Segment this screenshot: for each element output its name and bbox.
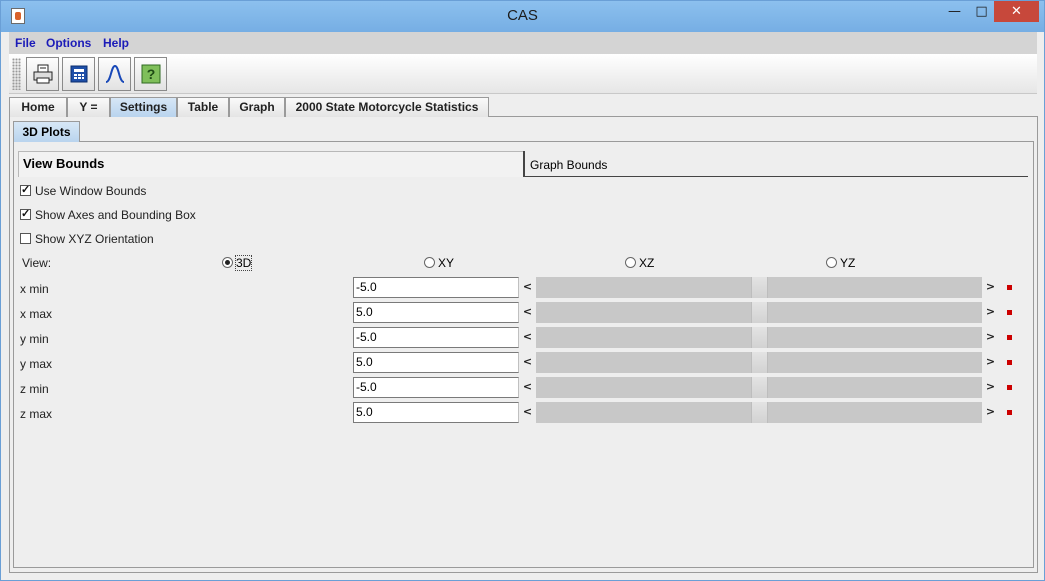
radio-indicator[interactable] — [625, 257, 636, 268]
indicator-dot — [1007, 310, 1012, 315]
menu-help[interactable]: Help — [103, 36, 129, 50]
tab-settings[interactable]: Settings — [110, 97, 177, 117]
close-button[interactable]: ✕ — [994, 1, 1039, 22]
scroll-left-button[interactable]: < — [519, 302, 536, 323]
print-icon — [33, 64, 53, 84]
minimize-button[interactable]: — — [941, 1, 968, 22]
tab-3d-plots[interactable]: 3D Plots — [13, 121, 80, 142]
radio-label: XY — [438, 256, 455, 270]
bound-label: x max — [20, 307, 53, 321]
z-max-slider-thumb[interactable] — [751, 402, 768, 423]
tab-motorcycle-statistics[interactable]: 2000 State Motorcycle Statistics — [285, 97, 489, 117]
z-min-slider-thumb[interactable] — [751, 377, 768, 398]
indicator-dot — [1007, 360, 1012, 365]
y-max-field[interactable]: 5.0 — [353, 352, 519, 373]
scroll-right-button[interactable]: > — [982, 277, 999, 298]
view-label: View: — [22, 256, 52, 270]
indicator-dot — [1007, 385, 1012, 390]
z-min-field[interactable]: -5.0 — [353, 377, 519, 398]
scroll-right-button[interactable]: > — [982, 402, 999, 423]
toolbar-grip[interactable] — [12, 58, 21, 90]
graph-curve-icon — [105, 64, 125, 83]
title-bar[interactable]: CAS — □ ✕ — [1, 1, 1044, 32]
menu-bar: File Options Help — [9, 32, 1037, 54]
radio-label: YZ — [840, 256, 856, 270]
scroll-right-button[interactable]: > — [982, 302, 999, 323]
tab-graph[interactable]: Graph — [229, 97, 285, 117]
scroll-right-button[interactable]: > — [982, 327, 999, 348]
print-button[interactable] — [26, 57, 59, 91]
calculator-icon — [70, 65, 88, 83]
window-title: CAS — [507, 7, 538, 24]
radio-label: 3D — [234, 255, 253, 271]
radio-indicator[interactable] — [826, 257, 837, 268]
scroll-left-button[interactable]: < — [519, 327, 536, 348]
scroll-left-button[interactable]: < — [519, 352, 536, 373]
checkbox-label: Show XYZ Orientation — [35, 232, 154, 246]
maximize-button[interactable]: □ — [968, 1, 995, 22]
checkbox-label: Use Window Bounds — [35, 184, 147, 198]
checkbox-box[interactable] — [20, 233, 31, 244]
menu-options[interactable]: Options — [46, 36, 91, 50]
y-min-field[interactable]: -5.0 — [353, 327, 519, 348]
x-min-slider-thumb[interactable] — [751, 277, 768, 298]
indicator-dot — [1007, 335, 1012, 340]
tab-y-equals[interactable]: Y = — [67, 97, 110, 117]
scroll-left-button[interactable]: < — [519, 377, 536, 398]
y-max-slider-thumb[interactable] — [751, 352, 768, 373]
checkbox-box[interactable] — [20, 183, 31, 196]
bound-label: y max — [20, 357, 53, 371]
y-min-slider-thumb[interactable] — [751, 327, 768, 348]
bound-label: y min — [20, 332, 49, 346]
bound-label: x min — [20, 282, 49, 296]
tab-table[interactable]: Table — [177, 97, 229, 117]
checkbox-box[interactable] — [20, 207, 31, 220]
x-max-field[interactable]: 5.0 — [353, 302, 519, 323]
graph-bounds-header[interactable]: Graph Bounds — [523, 151, 1028, 177]
graph-button[interactable] — [98, 57, 131, 91]
scroll-left-button[interactable]: < — [519, 277, 536, 298]
bound-label: z max — [20, 407, 53, 421]
checkbox-label: Show Axes and Bounding Box — [35, 208, 196, 222]
indicator-dot — [1007, 285, 1012, 290]
scroll-right-button[interactable]: > — [982, 377, 999, 398]
radio-indicator[interactable] — [222, 257, 233, 268]
toolbar: ? — [9, 54, 1037, 94]
bound-label: z min — [20, 382, 49, 396]
tab-home[interactable]: Home — [9, 97, 67, 117]
scroll-left-button[interactable]: < — [519, 402, 536, 423]
help-icon: ? — [141, 64, 161, 84]
svg-text:?: ? — [147, 66, 156, 82]
z-max-field[interactable]: 5.0 — [353, 402, 519, 423]
indicator-dot — [1007, 410, 1012, 415]
x-min-field[interactable]: -5.0 — [353, 277, 519, 298]
radio-label: XZ — [639, 256, 655, 270]
radio-indicator[interactable] — [424, 257, 435, 268]
calculator-button[interactable] — [62, 57, 95, 91]
view-bounds-header[interactable]: View Bounds — [18, 151, 523, 177]
scroll-right-button[interactable]: > — [982, 352, 999, 373]
help-button[interactable]: ? — [134, 57, 167, 91]
menu-file[interactable]: File — [15, 36, 36, 50]
app-window: CAS — □ ✕ File Options Help ? Home Y = S… — [0, 0, 1045, 581]
x-max-slider-thumb[interactable] — [751, 302, 768, 323]
